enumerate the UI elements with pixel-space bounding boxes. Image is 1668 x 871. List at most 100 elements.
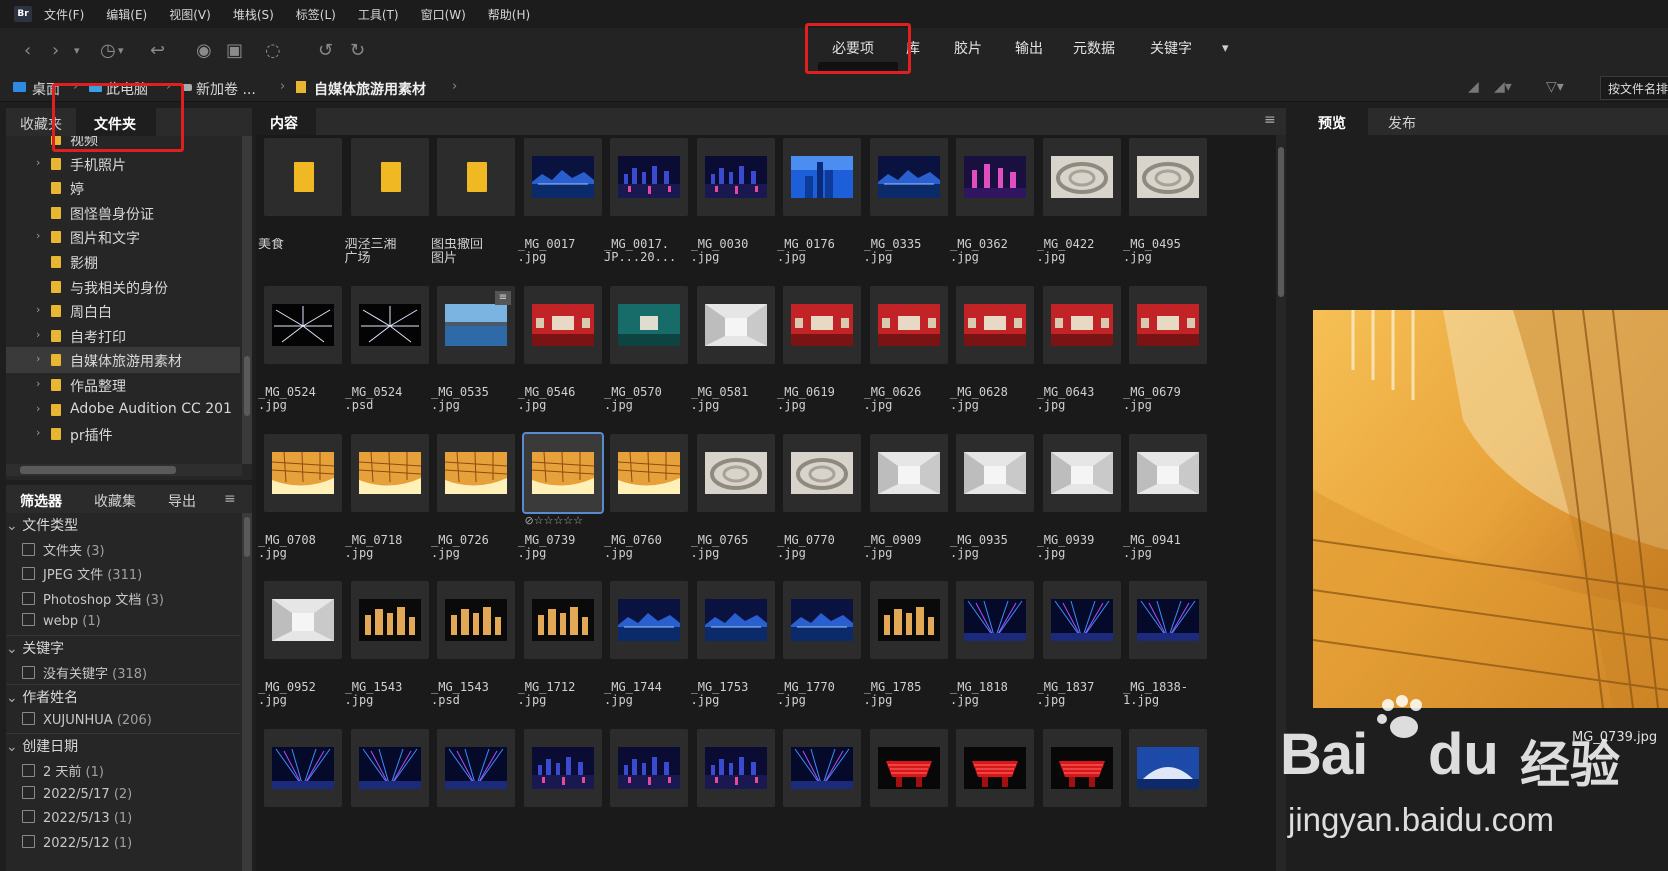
filter-option[interactable]: 2 天前 (1) (22, 761, 104, 780)
filter-option[interactable]: 2022/5/13 (1) (22, 810, 132, 826)
thumbnail-filename[interactable]: _MG_1744 .jpg (604, 681, 690, 707)
tree-item[interactable]: › 自考打印 (6, 323, 240, 349)
image-thumbnail[interactable] (956, 581, 1034, 659)
filter-option[interactable]: 2022/5/17 (2) (22, 785, 132, 802)
thumbnail-filename[interactable]: _MG_1770 .jpg (777, 681, 863, 707)
image-thumbnail[interactable] (610, 286, 688, 364)
thumbnail-filename[interactable]: _MG_0941 .jpg (1123, 534, 1209, 560)
checkbox[interactable] (22, 542, 35, 556)
quality-icon[interactable]: ◢ (1468, 79, 1479, 95)
thumbnail-filename[interactable]: _MG_0935 .jpg (950, 534, 1036, 560)
image-thumbnail[interactable] (264, 581, 342, 659)
content-scroll-thumb[interactable] (1278, 147, 1284, 297)
image-thumbnail[interactable] (523, 138, 602, 216)
open-in-camera-raw-icon[interactable]: ◌ (265, 42, 281, 60)
checkbox[interactable] (22, 665, 35, 679)
image-thumbnail[interactable] (696, 581, 775, 659)
panel-menu-icon[interactable]: ≡ (224, 491, 236, 507)
tab-preview[interactable]: 预览 (1318, 113, 1346, 133)
image-thumbnail[interactable] (956, 729, 1034, 807)
image-thumbnail[interactable] (523, 729, 602, 807)
folder-thumbnail[interactable] (264, 138, 342, 216)
chevron-down-icon[interactable]: ⌄ (6, 641, 22, 657)
crumb-volume[interactable]: 新加卷 ... (196, 79, 256, 99)
chevron-down-icon[interactable]: ▾ (118, 42, 124, 60)
image-thumbnail[interactable] (1129, 138, 1207, 216)
filter-option[interactable]: Photoshop 文档 (3) (22, 589, 164, 608)
checkbox[interactable] (22, 834, 35, 848)
image-thumbnail[interactable] (1129, 581, 1207, 659)
thumbnail-filename[interactable]: _MG_0770 .jpg (777, 534, 863, 560)
tab-collections[interactable]: 收藏集 (94, 491, 136, 511)
chevron-right-icon[interactable]: › (36, 377, 40, 390)
image-thumbnail[interactable] (610, 581, 688, 659)
menu-edit[interactable]: 编辑(E) (106, 6, 147, 23)
filter-option[interactable]: webp (1) (22, 613, 101, 629)
tree-item[interactable]: 婷 (6, 175, 240, 201)
tree-item[interactable]: 图怪兽身份证 (6, 200, 240, 226)
tree-scroll-thumb[interactable] (244, 356, 250, 416)
thumbnail-filename[interactable]: _MG_1753 .jpg (691, 681, 777, 707)
tree-item[interactable]: › pr插件 (6, 421, 240, 447)
thumbnail-filename[interactable]: _MG_0939 .jpg (1037, 534, 1123, 560)
filter-group-header[interactable]: ⌄ 创建日期 (6, 736, 78, 756)
image-thumbnail[interactable] (521, 432, 604, 514)
thumbnail-filename[interactable]: _MG_0535 .jpg (431, 386, 517, 412)
thumbnail-filename[interactable]: _MG_0495 .jpg (1123, 238, 1209, 264)
filter-option[interactable]: 没有关键字 (318) (22, 663, 147, 682)
chevron-right-icon[interactable]: › (36, 229, 40, 242)
recent-icon[interactable]: ◷ (100, 42, 116, 60)
filter-option[interactable]: JPEG 文件 (311) (22, 564, 142, 583)
thumbnail-filename[interactable]: _MG_0335 .jpg (864, 238, 950, 264)
image-thumbnail[interactable] (1042, 581, 1121, 659)
tree-scrollbar[interactable] (242, 136, 252, 464)
image-thumbnail[interactable] (696, 286, 775, 364)
chevron-right-icon[interactable]: › (36, 303, 40, 316)
chevron-right-icon[interactable]: › (36, 156, 40, 169)
filter-group-header[interactable]: ⌄ 关键字 (6, 638, 64, 658)
image-thumbnail[interactable] (783, 729, 861, 807)
image-thumbnail[interactable] (1042, 286, 1121, 364)
tree-item[interactable]: 影棚 (6, 249, 240, 275)
checkbox[interactable] (22, 567, 35, 581)
image-thumbnail[interactable] (1042, 729, 1121, 807)
tree-hscroll-thumb[interactable] (20, 466, 176, 474)
image-thumbnail[interactable] (869, 434, 948, 512)
image-thumbnail[interactable] (696, 729, 775, 807)
image-thumbnail[interactable] (869, 729, 948, 807)
tree-item[interactable]: › 手机照片 (6, 151, 240, 177)
thumbnail-filename[interactable]: _MG_1837 .jpg (1037, 681, 1123, 707)
reject-icon[interactable]: ⊘ (525, 514, 534, 527)
chevron-down-icon[interactable]: ▾ (74, 42, 80, 60)
workspace-menu-chevron-icon[interactable]: ▾ (1222, 40, 1229, 58)
thumbnail-filename[interactable]: _MG_0362 .jpg (950, 238, 1036, 264)
image-thumbnail[interactable] (264, 729, 342, 807)
filter-funnel-icon[interactable]: ▽▾ (1546, 79, 1564, 95)
thumbnail-filename[interactable]: _MG_0628 .jpg (950, 386, 1036, 412)
thumbnail-filename[interactable]: _MG_0030 .jpg (691, 238, 777, 264)
thumbnail-filename[interactable]: _MG_0524 .psd (345, 386, 431, 412)
image-thumbnail[interactable] (869, 138, 948, 216)
image-thumbnail[interactable] (437, 434, 515, 512)
thumbnail-filename[interactable]: _MG_0570 .jpg (604, 386, 690, 412)
tree-item[interactable]: › 作品整理 (6, 372, 240, 398)
image-thumbnail[interactable] (696, 434, 775, 512)
image-thumbnail[interactable] (1129, 729, 1207, 807)
rotate-right-icon[interactable]: ↻ (350, 42, 365, 60)
tree-item[interactable]: › 图片和文字 (6, 224, 240, 250)
thumbnail-filename[interactable]: _MG_0643 .jpg (1037, 386, 1123, 412)
filter-group-header[interactable]: ⌄ 作者姓名 (6, 687, 78, 707)
image-thumbnail[interactable] (783, 434, 861, 512)
image-thumbnail[interactable] (350, 581, 429, 659)
thumbnail-filename[interactable]: _MG_1712 .jpg (518, 681, 604, 707)
image-thumbnail[interactable] (1042, 138, 1121, 216)
chevron-right-icon[interactable]: › (36, 328, 40, 341)
thumbnail-filename[interactable]: _MG_0708 .jpg (258, 534, 344, 560)
folder-thumbnail[interactable] (350, 138, 429, 216)
thumbnail-filename[interactable]: 美食 (258, 238, 344, 252)
filter-scroll-thumb[interactable] (244, 517, 250, 557)
thumbnail-filename[interactable]: _MG_0765 .jpg (691, 534, 777, 560)
thumbnail-filename[interactable]: _MG_0619 .jpg (777, 386, 863, 412)
chevron-down-icon[interactable]: ⌄ (6, 518, 22, 534)
filter-option[interactable]: 文件夹 (3) (22, 540, 105, 559)
